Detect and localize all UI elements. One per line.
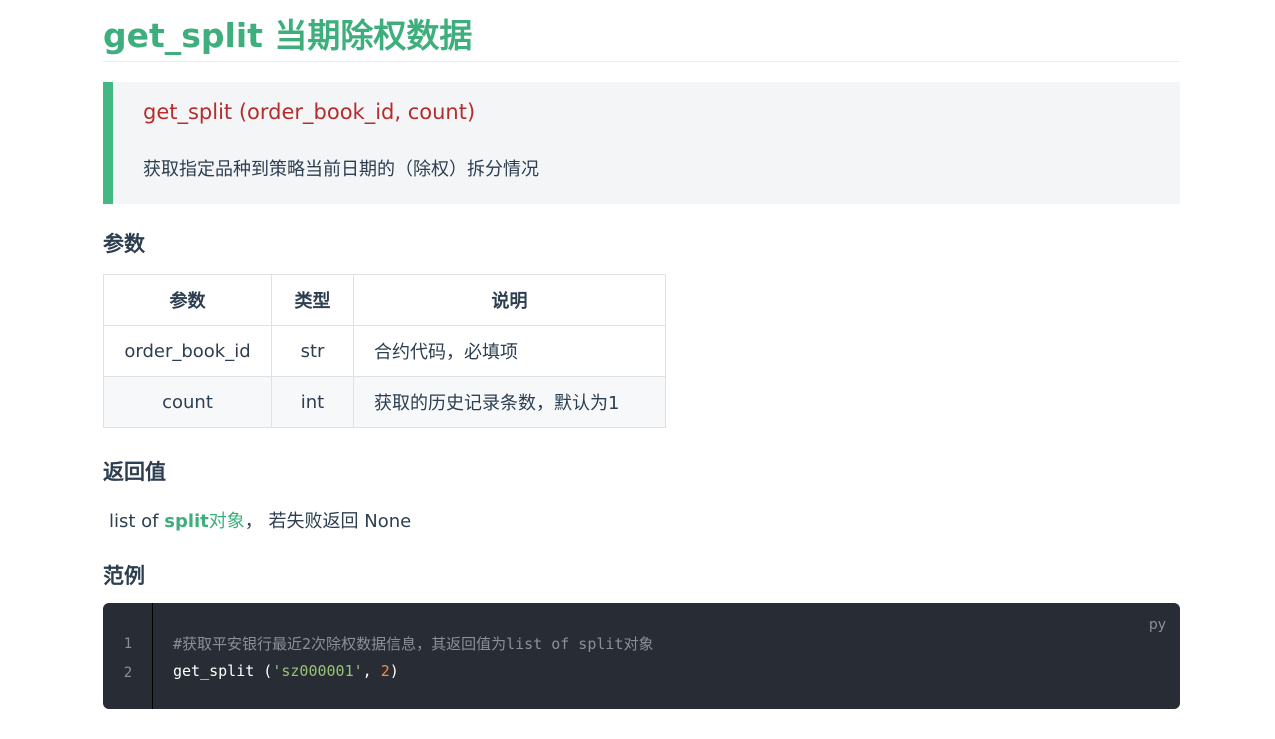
return-prefix: list of xyxy=(109,511,165,532)
example-heading: 范例 xyxy=(103,564,145,588)
param-name: order_book_id xyxy=(103,325,272,377)
param-desc: 获取的历史记录条数，默认为1 xyxy=(353,376,666,428)
return-suffix: ， 若失败返回 None xyxy=(244,511,412,532)
code-language-label: py xyxy=(1148,617,1166,633)
function-signature: get_split (order_book_id, count) xyxy=(143,100,476,124)
line-number-gutter xyxy=(103,603,153,709)
split-object-link[interactable]: split对象 xyxy=(164,511,245,532)
page-title: get_split 当期除权数据 xyxy=(103,0,1180,62)
header-desc: 说明 xyxy=(353,274,666,326)
code-close-paren: ) xyxy=(389,662,399,680)
param-desc: 合约代码，必填项 xyxy=(353,325,666,377)
param-type: str xyxy=(271,325,354,377)
code-string-arg: 'sz000001' xyxy=(272,662,363,680)
split-link-bold: split xyxy=(164,511,209,532)
return-heading: 返回值 xyxy=(103,460,166,484)
split-link-rest: 对象 xyxy=(208,511,245,532)
param-name: count xyxy=(103,376,272,428)
table-row: order_book_id str 合约代码，必填项 xyxy=(103,325,666,377)
table-header-row: 参数 类型 说明 xyxy=(103,274,666,326)
function-description: 获取指定品种到策略当前日期的（除权）拆分情况 xyxy=(143,159,539,180)
params-table: 参数 类型 说明 order_book_id str 合约代码，必填项 coun… xyxy=(103,274,666,428)
code-func: get_split ( xyxy=(173,662,273,680)
param-type: int xyxy=(271,376,354,428)
code-call-line: get_split ('sz000001', 2) xyxy=(173,662,399,680)
table-row: count int 获取的历史记录条数，默认为1 xyxy=(103,376,666,428)
header-param: 参数 xyxy=(103,274,272,326)
function-signature-box: get_split (order_book_id, count) 获取指定品种到… xyxy=(103,82,1180,204)
header-type: 类型 xyxy=(271,274,354,326)
line-number: 1 xyxy=(123,636,133,652)
code-separator: , xyxy=(362,662,381,680)
code-block[interactable]: 1 2 py #获取平安银行最近2次除权数据信息，其返回值为list of sp… xyxy=(103,603,1180,709)
code-number-arg: 2 xyxy=(380,662,390,680)
return-description: list of split对象， 若失败返回 None xyxy=(109,507,411,533)
line-number: 2 xyxy=(123,665,133,681)
params-heading: 参数 xyxy=(103,232,145,256)
doc-page: get_split 当期除权数据 get_split (order_book_i… xyxy=(103,0,1180,709)
code-comment-line: #获取平安银行最近2次除权数据信息，其返回值为list of split对象 xyxy=(173,635,654,653)
